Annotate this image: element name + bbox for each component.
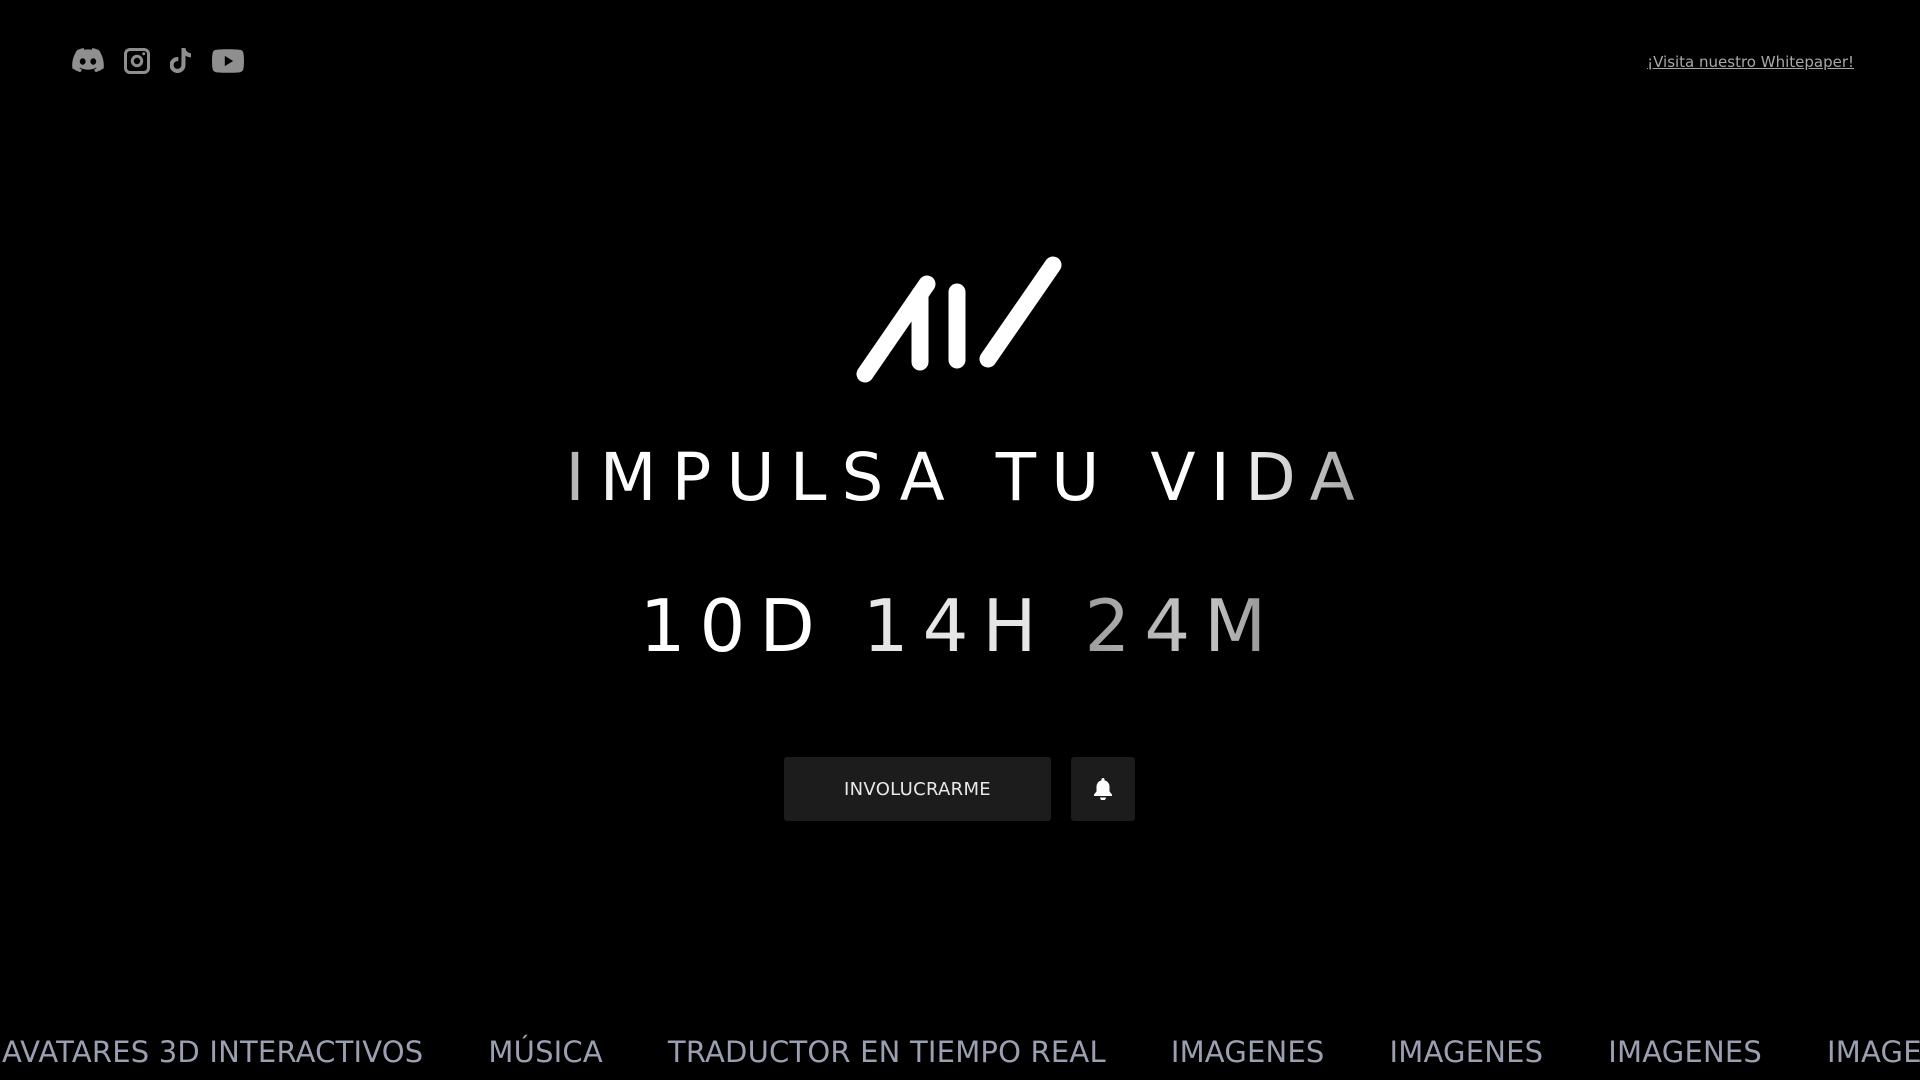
ticker-item: TRADUCTOR EN TIEMPO REAL (667, 1035, 1106, 1069)
tiktok-icon[interactable] (169, 48, 192, 74)
aiv-logo (856, 256, 1062, 383)
countdown-days: 10D (639, 584, 829, 668)
whitepaper-link[interactable]: ¡Visita nuestro Whitepaper! (1647, 53, 1854, 71)
bell-icon (1094, 778, 1112, 800)
hero-actions: INVOLUCRARME (784, 757, 1135, 821)
notify-button[interactable] (1071, 757, 1135, 821)
instagram-icon[interactable] (124, 48, 150, 74)
countdown-minutes: 24M (1084, 584, 1281, 668)
involucrarme-button[interactable]: INVOLUCRARME (784, 757, 1051, 821)
ticker-item: MÚSICA (488, 1035, 603, 1069)
discord-icon[interactable] (72, 48, 104, 74)
youtube-icon[interactable] (212, 49, 244, 73)
ticker-item: IMAGENES (1827, 1035, 1920, 1069)
landing-page: ¡Visita nuestro Whitepaper! IMPULSA TU V… (0, 0, 1920, 1080)
ticker-item: AVATARES 3D INTERACTIVOS (2, 1035, 424, 1069)
features-ticker: AVATARES 3D INTERACTIVOS MÚSICA TRADUCTO… (0, 1030, 1920, 1074)
ticker-item: IMAGENES (1389, 1035, 1544, 1069)
ticker-item: IMAGENES (1608, 1035, 1763, 1069)
ticker-item: IMAGENES (1170, 1035, 1325, 1069)
countdown-hours: 14H (862, 584, 1051, 668)
hero-slogan: IMPULSA TU VIDA (550, 440, 1370, 516)
social-links (72, 48, 244, 74)
ticker-track: AVATARES 3D INTERACTIVOS MÚSICA TRADUCTO… (2, 1030, 1920, 1074)
countdown-timer: 10D 14H 24M (640, 584, 1281, 668)
